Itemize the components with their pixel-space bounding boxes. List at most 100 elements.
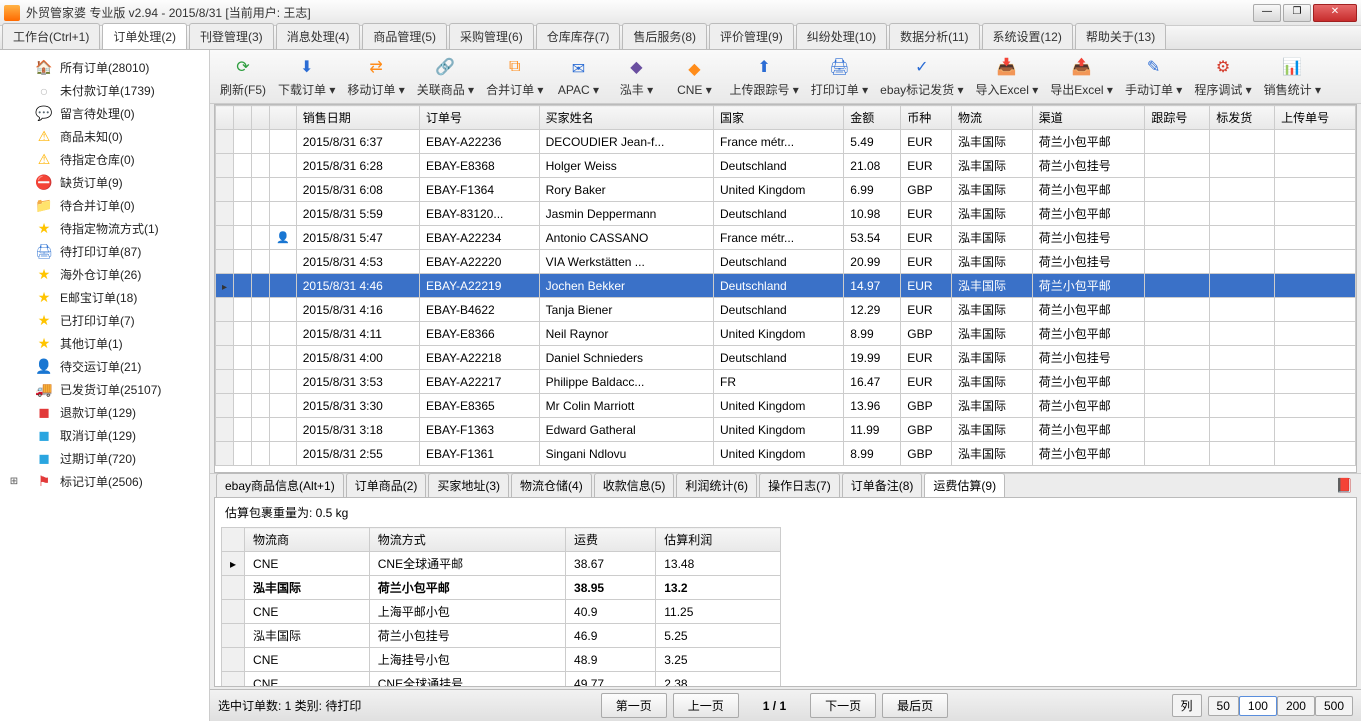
detail-tab[interactable]: 利润统计(6) [676, 473, 757, 497]
sidebar-item[interactable]: ★已打印订单(7) [4, 309, 205, 332]
main-tab[interactable]: 评价管理(9) [709, 23, 794, 49]
close-button[interactable]: ✕ [1313, 4, 1357, 22]
sidebar-item[interactable]: ○未付款订单(1739) [4, 79, 205, 102]
detail-tab[interactable]: 物流仓储(4) [511, 473, 592, 497]
toolbar-button[interactable]: ✎手动订单 ▾ [1121, 53, 1186, 100]
table-row[interactable]: 2015/8/31 3:53EBAY-A22217Philippe Baldac… [216, 370, 1356, 394]
column-header[interactable]: 国家 [714, 106, 844, 130]
toolbar-button[interactable]: 📊销售统计 ▾ [1260, 53, 1325, 100]
detail-tab[interactable]: 操作日志(7) [759, 473, 840, 497]
sidebar-item[interactable]: 🏠所有订单(28010) [4, 56, 205, 79]
column-header[interactable]: 上传单号 [1275, 106, 1356, 130]
toolbar-button[interactable]: ⬆上传跟踪号 ▾ [725, 53, 802, 100]
page-size-button[interactable]: 50 [1208, 696, 1239, 716]
table-row[interactable]: 2015/8/31 5:59EBAY-83120...Jasmin Depper… [216, 202, 1356, 226]
main-tab[interactable]: 帮助关于(13) [1075, 23, 1166, 49]
main-tab[interactable]: 数据分析(11) [889, 23, 979, 49]
page-size-button[interactable]: 500 [1315, 696, 1353, 716]
table-row[interactable]: 2015/8/31 4:00EBAY-A22218Daniel Schniede… [216, 346, 1356, 370]
main-tab[interactable]: 采购管理(6) [449, 23, 534, 49]
toolbar-button[interactable]: ✓ebay标记发货 ▾ [876, 53, 967, 100]
toolbar-button[interactable]: ⟳刷新(F5) [216, 53, 270, 100]
column-header[interactable]: 币种 [901, 106, 952, 130]
first-page-button[interactable]: 第一页 [601, 693, 667, 718]
table-row[interactable]: 2015/8/31 4:53EBAY-A22220VIA Werkstätten… [216, 250, 1356, 274]
column-header[interactable]: 买家姓名 [539, 106, 713, 130]
table-row[interactable]: 泓丰国际荷兰小包挂号46.95.25 [222, 624, 781, 648]
next-page-button[interactable]: 下一页 [810, 693, 876, 718]
main-tab[interactable]: 纠纷处理(10) [796, 23, 887, 49]
toolbar-button[interactable]: ⬇下载订单 ▾ [274, 53, 339, 100]
column-header[interactable]: 标发货 [1210, 106, 1275, 130]
toolbar-button[interactable]: ⧉合并订单 ▾ [482, 53, 547, 100]
sidebar-item[interactable]: 👤待交运订单(21) [4, 355, 205, 378]
toolbar-button[interactable]: 🔗关联商品 ▾ [413, 53, 478, 100]
detail-tab[interactable]: 运费估算(9) [924, 473, 1005, 497]
sidebar-item[interactable]: ⊞⚑标记订单(2506) [4, 470, 205, 493]
toolbar-button[interactable]: ✉APAC ▾ [551, 55, 605, 99]
sidebar-item[interactable]: 📁待合并订单(0) [4, 194, 205, 217]
help-book-icon[interactable]: 📕 [1336, 477, 1353, 494]
sidebar-item[interactable]: 💬留言待处理(0) [4, 102, 205, 125]
main-tab[interactable]: 仓库库存(7) [536, 23, 621, 49]
last-page-button[interactable]: 最后页 [882, 693, 948, 718]
sidebar-item[interactable]: ◼退款订单(129) [4, 401, 205, 424]
table-row[interactable]: 👤2015/8/31 5:47EBAY-A22234Antonio CASSAN… [216, 226, 1356, 250]
table-row[interactable]: ▸CNECNE全球通平邮38.6713.48 [222, 552, 781, 576]
table-row[interactable]: 2015/8/31 6:08EBAY-F1364Rory BakerUnited… [216, 178, 1356, 202]
minimize-button[interactable]: — [1253, 4, 1281, 22]
table-row[interactable]: CNECNE全球通挂号49.772.38 [222, 672, 781, 687]
column-header[interactable]: 估算利润 [656, 528, 781, 552]
main-tab[interactable]: 商品管理(5) [362, 23, 447, 49]
main-tab[interactable]: 售后服务(8) [622, 23, 707, 49]
column-header[interactable]: 物流 [952, 106, 1033, 130]
sidebar-item[interactable]: ⚠商品未知(0) [4, 125, 205, 148]
prev-page-button[interactable]: 上一页 [673, 693, 739, 718]
table-row[interactable]: 2015/8/31 3:18EBAY-F1363Edward GatheralU… [216, 418, 1356, 442]
detail-tab[interactable]: 订单商品(2) [346, 473, 427, 497]
column-header[interactable]: 金额 [844, 106, 901, 130]
sidebar-item[interactable]: ★其他订单(1) [4, 332, 205, 355]
table-row[interactable]: 泓丰国际荷兰小包平邮38.9513.2 [222, 576, 781, 600]
toolbar-button[interactable]: 📥导入Excel ▾ [972, 53, 1043, 100]
toolbar-button[interactable]: ⇄移动订单 ▾ [343, 53, 408, 100]
main-tab[interactable]: 刊登管理(3) [189, 23, 274, 49]
column-header[interactable]: 物流方式 [369, 528, 565, 552]
toolbar-button[interactable]: ◆泓丰 ▾ [609, 53, 663, 100]
sidebar-item[interactable]: ⚠待指定仓库(0) [4, 148, 205, 171]
list-mode-button[interactable]: 列 [1172, 694, 1202, 717]
column-header[interactable]: 销售日期 [296, 106, 419, 130]
table-row[interactable]: CNE上海平邮小包40.911.25 [222, 600, 781, 624]
column-header[interactable]: 渠道 [1032, 106, 1145, 130]
detail-tab[interactable]: 收款信息(5) [594, 473, 675, 497]
detail-tab[interactable]: 订单备注(8) [842, 473, 923, 497]
table-row[interactable]: 2015/8/31 2:55EBAY-F1361Singani NdlovuUn… [216, 442, 1356, 466]
sidebar-item[interactable]: ★E邮宝订单(18) [4, 286, 205, 309]
main-tab[interactable]: 系统设置(12) [982, 23, 1073, 49]
maximize-button[interactable]: ❐ [1283, 4, 1311, 22]
orders-grid[interactable]: 销售日期订单号买家姓名国家金额币种物流渠道跟踪号标发货上传单号2015/8/31… [214, 104, 1357, 473]
table-row[interactable]: 2015/8/31 4:46EBAY-A22219Jochen BekkerDe… [216, 274, 1356, 298]
column-header[interactable]: 订单号 [419, 106, 539, 130]
table-row[interactable]: CNE上海挂号小包48.93.25 [222, 648, 781, 672]
table-row[interactable]: 2015/8/31 4:11EBAY-E8366Neil RaynorUnite… [216, 322, 1356, 346]
table-row[interactable]: 2015/8/31 6:37EBAY-A22236DECOUDIER Jean-… [216, 130, 1356, 154]
sidebar-item[interactable]: 🖨待打印订单(87) [4, 240, 205, 263]
sidebar-item[interactable]: ★待指定物流方式(1) [4, 217, 205, 240]
toolbar-button[interactable]: 🖨打印订单 ▾ [807, 53, 872, 100]
toolbar-button[interactable]: ⚙程序调试 ▾ [1190, 53, 1255, 100]
page-size-button[interactable]: 100 [1239, 696, 1277, 716]
detail-tab[interactable]: ebay商品信息(Alt+1) [216, 473, 344, 497]
table-row[interactable]: 2015/8/31 3:30EBAY-E8365Mr Colin Marriot… [216, 394, 1356, 418]
main-tab[interactable]: 订单处理(2) [102, 23, 187, 49]
sidebar-item[interactable]: ⛔缺货订单(9) [4, 171, 205, 194]
table-row[interactable]: 2015/8/31 4:16EBAY-B4622Tanja BienerDeut… [216, 298, 1356, 322]
column-header[interactable]: 运费 [566, 528, 656, 552]
detail-tab[interactable]: 买家地址(3) [428, 473, 509, 497]
page-size-button[interactable]: 200 [1277, 696, 1315, 716]
main-tab[interactable]: 消息处理(4) [276, 23, 361, 49]
sidebar-item[interactable]: ◼取消订单(129) [4, 424, 205, 447]
column-header[interactable]: 物流商 [245, 528, 370, 552]
sidebar-item[interactable]: 🚚已发货订单(25107) [4, 378, 205, 401]
sidebar-item[interactable]: ★海外仓订单(26) [4, 263, 205, 286]
